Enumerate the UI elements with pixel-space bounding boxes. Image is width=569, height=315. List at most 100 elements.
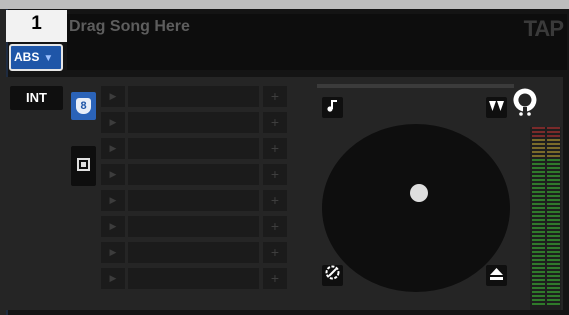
meter-segment <box>532 283 545 285</box>
meter-segment <box>547 303 560 305</box>
top-divider <box>0 0 569 9</box>
meter-segment <box>532 159 545 161</box>
meter-segment <box>547 287 560 289</box>
meter-segment <box>532 203 545 205</box>
meter-segment <box>547 135 560 137</box>
sampler-row: ▶ + <box>101 164 289 185</box>
meter-segment <box>532 211 545 213</box>
meter-segment <box>532 147 545 149</box>
play-icon[interactable]: ▶ <box>101 242 125 263</box>
meter-segment <box>547 183 560 185</box>
sampler-slot[interactable] <box>128 190 259 211</box>
sampler-row: ▶ + <box>101 112 289 133</box>
sampler-slot[interactable] <box>128 242 259 263</box>
speed-icon[interactable] <box>322 265 343 286</box>
add-icon[interactable]: + <box>263 268 287 289</box>
deck-panel: 1 Drag Song Here TAP ABS ▼ INT 8 ▶ + ▶ + … <box>0 0 569 315</box>
chevron-down-icon: ▼ <box>43 53 54 64</box>
meter-segment <box>547 131 560 133</box>
meter-segment <box>547 163 560 165</box>
sampler-slot[interactable] <box>128 216 259 237</box>
play-icon[interactable]: ▶ <box>101 190 125 211</box>
meter-segment <box>547 187 560 189</box>
add-icon[interactable]: + <box>263 190 287 211</box>
sampler-bank-button[interactable]: 8 <box>71 92 96 120</box>
meter-segment <box>547 291 560 293</box>
meter-segment <box>532 263 545 265</box>
meter-segment <box>532 299 545 301</box>
music-note-icon[interactable] <box>322 97 343 118</box>
meter-segment <box>547 243 560 245</box>
play-icon[interactable]: ▶ <box>101 216 125 237</box>
jog-wheel[interactable] <box>322 124 510 292</box>
meter-segment <box>532 239 545 241</box>
meter-segment <box>547 239 560 241</box>
meter-segment <box>532 219 545 221</box>
meter-segment <box>547 207 560 209</box>
meter-segment <box>532 167 545 169</box>
meter-segment <box>532 155 545 157</box>
meter-segment <box>532 223 545 225</box>
meter-segment <box>532 191 545 193</box>
meter-segment <box>547 271 560 273</box>
meter-segment <box>547 259 560 261</box>
meter-segment <box>547 267 560 269</box>
add-icon[interactable]: + <box>263 242 287 263</box>
square-icon <box>77 158 90 171</box>
sampler-slot[interactable] <box>128 268 259 289</box>
mode-select-label: ABS <box>14 50 40 64</box>
meter-segment <box>532 243 545 245</box>
meter-segment <box>532 131 545 133</box>
add-icon[interactable]: + <box>263 216 287 237</box>
sampler-slot[interactable] <box>128 112 259 133</box>
platter-mode-icon[interactable] <box>510 88 540 118</box>
meter-segment <box>547 299 560 301</box>
sampler-view-button[interactable] <box>71 146 96 186</box>
meter-segment <box>532 259 545 261</box>
add-icon[interactable]: + <box>263 138 287 159</box>
level-meter <box>530 127 561 310</box>
meter-segment <box>547 275 560 277</box>
add-icon[interactable]: + <box>263 112 287 133</box>
meter-segment <box>532 139 545 141</box>
sampler-slot[interactable] <box>128 138 259 159</box>
meter-segment <box>547 167 560 169</box>
sampler-slot[interactable] <box>128 86 259 107</box>
meter-segment <box>547 231 560 233</box>
add-icon[interactable]: + <box>263 164 287 185</box>
play-icon[interactable]: ▶ <box>101 112 125 133</box>
meter-segment <box>532 295 545 297</box>
meter-segment <box>532 275 545 277</box>
play-icon[interactable]: ▶ <box>101 138 125 159</box>
tap-button[interactable]: TAP <box>524 16 564 42</box>
meter-segment <box>547 159 560 161</box>
meter-segment <box>547 179 560 181</box>
sampler-row: ▶ + <box>101 190 289 211</box>
sampler-row: ▶ + <box>101 216 289 237</box>
meter-segment <box>547 247 560 249</box>
play-icon[interactable]: ▶ <box>101 164 125 185</box>
meter-segment <box>547 151 560 153</box>
meter-segment <box>547 191 560 193</box>
meter-segment <box>547 203 560 205</box>
add-icon[interactable]: + <box>263 86 287 107</box>
meter-segment <box>547 215 560 217</box>
play-icon[interactable]: ▶ <box>101 86 125 107</box>
key-icon[interactable] <box>486 97 507 118</box>
meter-segment <box>547 227 560 229</box>
level-meter-left <box>532 127 545 310</box>
meter-segment <box>532 163 545 165</box>
play-icon[interactable]: ▶ <box>101 268 125 289</box>
meter-segment <box>532 279 545 281</box>
meter-segment <box>532 207 545 209</box>
sampler-slot[interactable] <box>128 164 259 185</box>
meter-segment <box>547 143 560 145</box>
meter-segment <box>532 195 545 197</box>
mode-select[interactable]: ABS ▼ <box>9 44 63 71</box>
eject-icon[interactable] <box>486 265 507 286</box>
meter-segment <box>532 143 545 145</box>
meter-segment <box>547 175 560 177</box>
int-button[interactable]: INT <box>10 86 63 110</box>
sampler-row: ▶ + <box>101 268 289 289</box>
meter-segment <box>532 171 545 173</box>
